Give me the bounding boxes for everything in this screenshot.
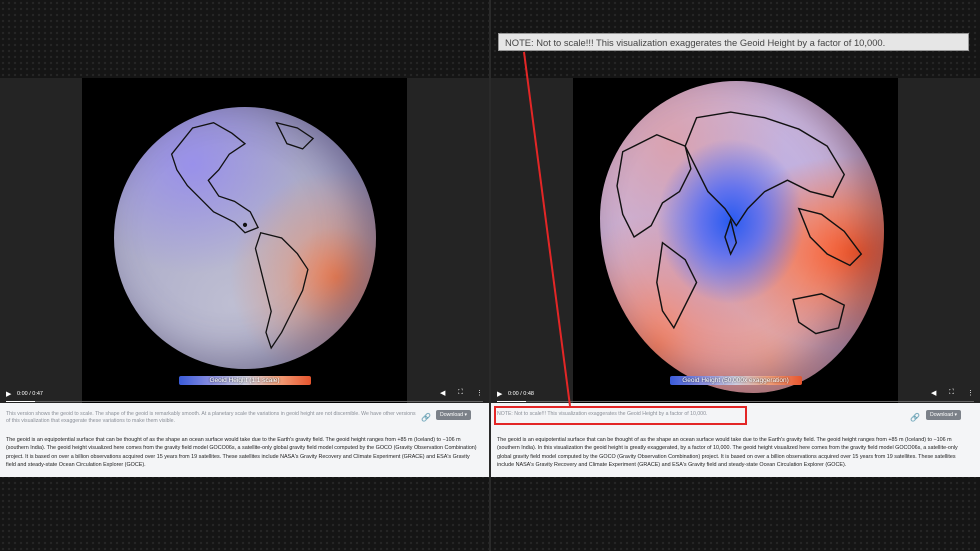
link-icon[interactable]: 🔗 [910, 413, 920, 422]
geoid-globe-to-scale [114, 107, 376, 369]
right-video-player[interactable]: Geoid Height (50,000x exaggeration) ▶ 0:… [491, 78, 980, 403]
more-options-icon[interactable]: ⋮ [967, 389, 974, 397]
fullscreen-icon[interactable]: ⛶ [949, 389, 954, 397]
left-info-panel: This version shows the geoid to scale. T… [0, 403, 489, 477]
fullscreen-icon[interactable]: ⛶ [458, 389, 463, 397]
left-video-player[interactable]: Geoid Height (1:1 scale) ▶ 0:00 / 0:47 ◀… [0, 78, 489, 403]
highlight-box [494, 406, 747, 425]
scale-note: This version shows the geoid to scale. T… [6, 411, 416, 424]
time-display: 0:00 / 0:47 [17, 391, 43, 397]
link-icon[interactable]: 🔗 [421, 413, 431, 422]
geoid-description: The geoid is an equipotential surface th… [497, 437, 958, 469]
download-button[interactable]: Download ▾ [926, 410, 962, 420]
video-progress-bar[interactable] [497, 401, 974, 402]
more-options-icon[interactable]: ⋮ [476, 389, 483, 397]
geoid-description: The geoid is an equipotential surface th… [6, 437, 477, 469]
coastline-outline [616, 111, 863, 335]
coastline-outline [170, 121, 315, 350]
geoid-globe-exaggerated [600, 81, 884, 393]
video-caption: Geoid Height (1:1 scale) [209, 377, 280, 384]
volume-icon[interactable]: ◀ [440, 389, 445, 397]
play-icon[interactable]: ▶ [497, 390, 502, 398]
volume-icon[interactable]: ◀ [931, 389, 936, 397]
download-button[interactable]: Download ▾ [436, 410, 472, 420]
note-callout: NOTE: Not to scale!!! This visualization… [498, 33, 969, 51]
video-controls: ▶ 0:00 / 0:48 ◀ ⛶ ⋮ [491, 387, 980, 403]
play-icon[interactable]: ▶ [6, 390, 11, 398]
video-progress-bar[interactable] [6, 401, 483, 402]
video-caption: Geoid Height (50,000x exaggeration) [682, 377, 789, 384]
video-controls: ▶ 0:00 / 0:47 ◀ ⛶ ⋮ [0, 387, 489, 403]
time-display: 0:00 / 0:48 [508, 391, 534, 397]
left-panel: Geoid Height (1:1 scale) ▶ 0:00 / 0:47 ◀… [0, 78, 489, 477]
